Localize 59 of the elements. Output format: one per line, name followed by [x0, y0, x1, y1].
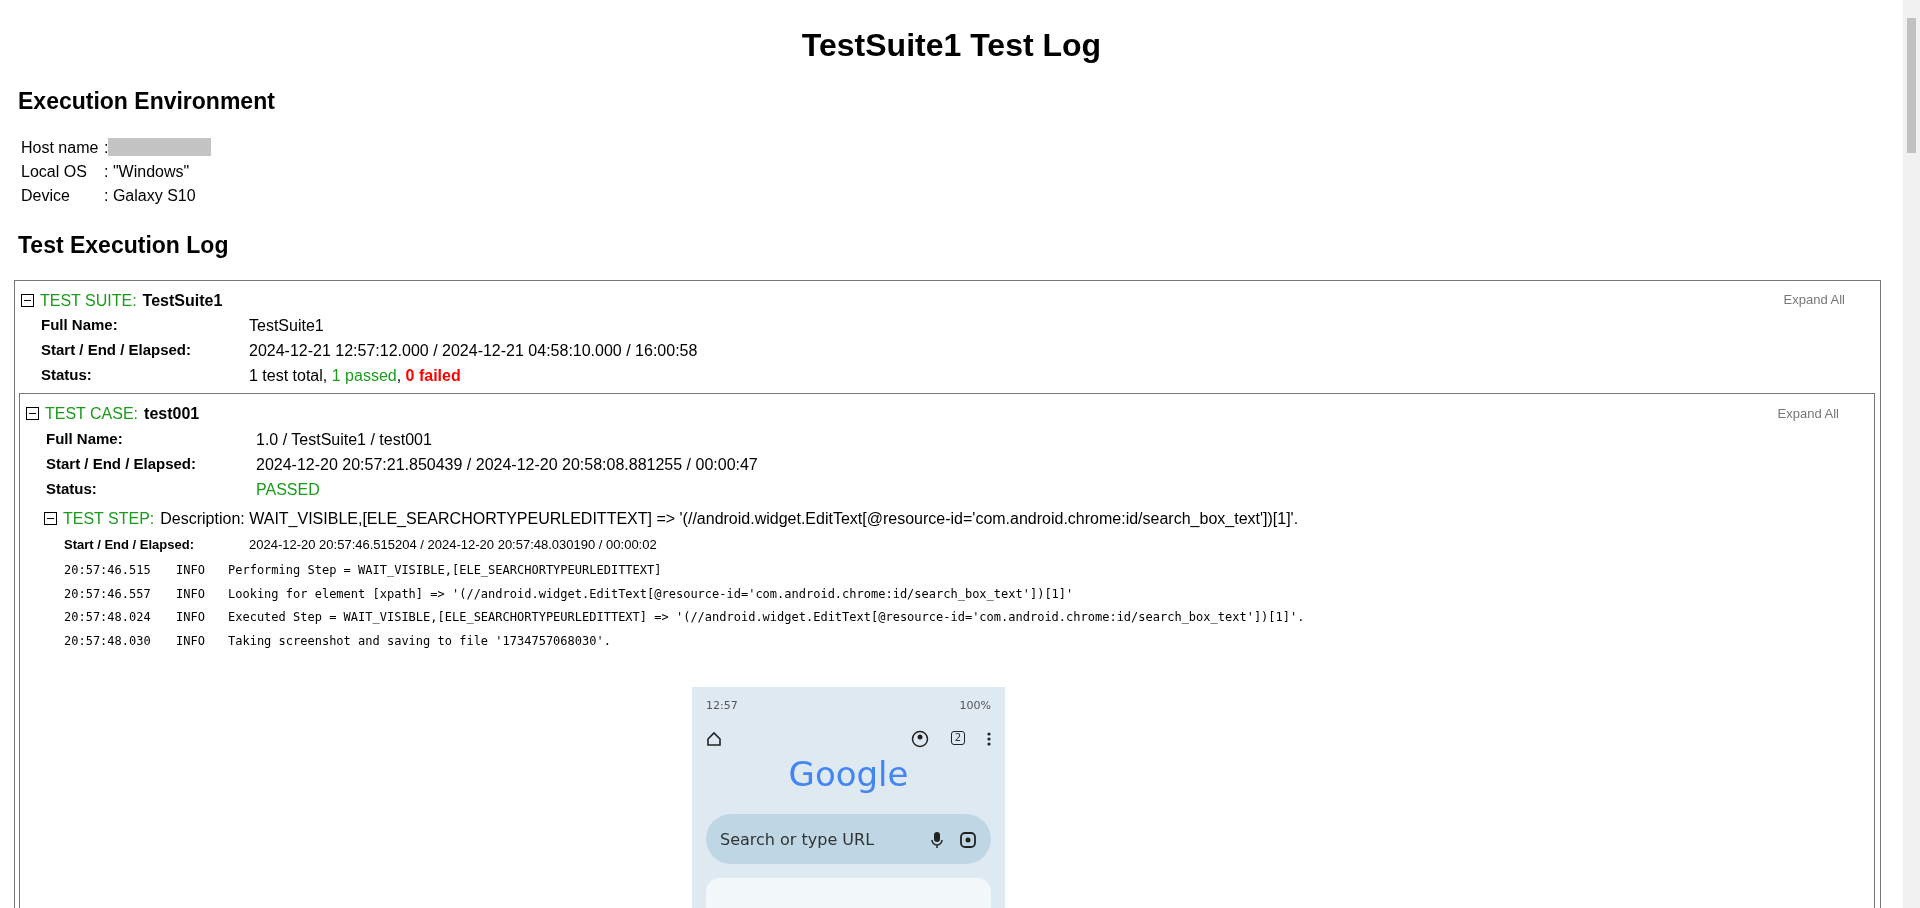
field-value: 0 failed — [405, 366, 461, 386]
field-label: Full Name: — [46, 429, 124, 449]
expand-all-link[interactable]: Expand All — [1783, 292, 1845, 308]
log-time: 20:57:48.030 — [64, 633, 152, 649]
search-field[interactable]: Search or type URL — [706, 814, 991, 865]
field-value: : "Windows" — [104, 163, 190, 180]
microphone-icon — [931, 829, 943, 850]
field-label: Start / End / Elapsed: — [41, 340, 193, 360]
log-level: INFO — [176, 586, 206, 602]
field-value: 1.0 / TestSuite1 / test001 — [256, 429, 432, 449]
field-value: 2024-12-20 20:57:21.850439 / 2024-12-20 20:58:08.881255 / 00:00:47 — [256, 454, 758, 474]
field-value: 2024-12-20 20:57:46.515204 / 2024-12-20 20:57:48.030190 / 00:00:02 — [249, 537, 657, 553]
field-label: Status: — [46, 479, 98, 499]
field-label: Host name — [21, 138, 100, 158]
scrollbar-thumb[interactable] — [1907, 18, 1916, 153]
node-type-label: TEST STEP: — [63, 509, 155, 529]
log-level: INFO — [176, 563, 206, 578]
node-type-label: TEST CASE: — [45, 404, 139, 424]
logo-text: Google — [788, 753, 909, 794]
log-level: INFO — [176, 633, 206, 649]
field-value: 2024-12-21 12:57:12.000 / 2024-12-21 04:58:10.000 / 16:00:58 — [249, 340, 698, 361]
status-clock: 12:57 — [706, 698, 738, 713]
page-title: TestSuite1 Test Log — [800, 26, 1103, 65]
scrollbar[interactable] — [1903, 0, 1920, 908]
field-value: 1 test total, — [249, 366, 328, 386]
node-name: TestSuite1 — [142, 290, 223, 310]
log-message: Taking screenshot and saving to file '1734757068030'. — [228, 633, 611, 649]
field-label: Status: — [41, 366, 93, 386]
section-heading: Test Execution Log — [18, 232, 230, 260]
field-value: : Galaxy S10 — [104, 187, 196, 204]
step-description: Description: WAIT_VISIBLE,[ELE_SEARCHORTYPEURLEDITTEXT] => '(//android.widget.EditText[@resource-id='com.android.chrome:id/search_box_text'])[1]'. — [160, 509, 1299, 529]
tab-count: 2 — [950, 730, 965, 745]
log-time: 20:57:48.024 — [64, 610, 152, 625]
field-value: PASSED — [256, 479, 320, 500]
node-name: test001 — [144, 404, 200, 424]
collapse-icon[interactable] — [21, 293, 34, 307]
search-placeholder: Search or type URL — [720, 829, 875, 849]
battery-level: 100% — [959, 698, 991, 713]
field-value: 1 passed, — [331, 366, 402, 386]
field-label: Start / End / Elapsed: — [46, 454, 198, 474]
field-value: : — [104, 139, 109, 156]
field-label: Full Name: — [41, 315, 119, 335]
log-level: INFO — [176, 610, 206, 625]
section-heading: Execution Environment — [18, 88, 276, 116]
log-time: 20:57:46.515 — [64, 563, 152, 578]
field-label: Start / End / Elapsed: — [64, 537, 196, 553]
log-message: Performing Step = WAIT_VISIBLE,[ELE_SEARCHORTYPEURLEDITTEXT] — [228, 563, 662, 578]
log-message: Looking for element [xpath] => '(//android.widget.EditText[@resource-id='com.android.chrome:id/search_box_text'])[1]' — [228, 586, 1074, 602]
field-label: Local OS — [21, 162, 88, 182]
node-type-label: TEST SUITE: — [40, 290, 137, 310]
account-icon — [910, 728, 929, 748]
field-value: TestSuite1 — [249, 315, 324, 335]
field-label: Device — [21, 186, 71, 206]
collapse-icon[interactable] — [26, 407, 39, 421]
camera-icon — [959, 829, 977, 850]
expand-all-link[interactable]: Expand All — [1777, 406, 1839, 422]
collapse-icon[interactable] — [44, 512, 57, 526]
log-message: Executed Step = WAIT_VISIBLE,[ELE_SEARCHORTYPEURLEDITTEXT] => '(//android.widget.EditText[@resource-id='com.android.chrome:id/search_box_text'])[1]'. — [228, 610, 1305, 625]
log-time: 20:57:46.557 — [64, 586, 152, 602]
